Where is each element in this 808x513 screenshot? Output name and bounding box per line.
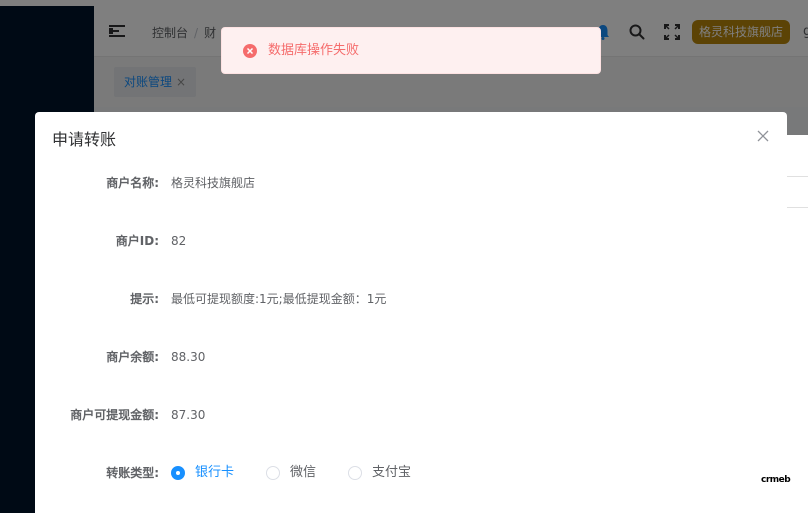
merchant-id-value: 82 — [171, 234, 187, 248]
form-row-withdrawable: 商户可提现金额: 87.30 — [35, 405, 787, 425]
form-label: 转账类型: — [106, 466, 159, 480]
balance-value: 88.30 — [171, 350, 206, 364]
withdrawable-value: 87.30 — [171, 408, 206, 422]
form-row-balance: 商户余额: 88.30 — [35, 347, 787, 367]
form-label: 商户名称: — [106, 176, 159, 190]
radio-label: 银行卡 — [195, 465, 235, 480]
radio-dot[interactable] — [348, 466, 362, 480]
dialog-title: 申请转账 — [52, 130, 117, 149]
close-icon[interactable] — [755, 128, 771, 144]
radio-label: 支付宝 — [372, 465, 412, 480]
merchant-name-value: 格灵科技旗舰店 — [171, 176, 256, 190]
transfer-dialog: 申请转账 商户名称: 格灵科技旗舰店 商户ID: 82 提示: 最低可提现额度:… — [35, 112, 787, 513]
form-row-merchant-id: 商户ID: 82 — [35, 231, 787, 251]
background-divider — [787, 207, 808, 208]
toast-message: 数据库操作失败 — [268, 43, 360, 58]
radio-dot[interactable] — [266, 466, 280, 480]
radio-label: 微信 — [290, 465, 317, 480]
form-label: 商户ID: — [115, 234, 159, 248]
form-row-merchant-name: 商户名称: 格灵科技旗舰店 — [35, 173, 787, 193]
form-row-hint: 提示: 最低可提现额度:1元;最低提现金额：1元 — [35, 289, 787, 309]
form-label: 提示: — [130, 292, 159, 306]
watermark-logo: crmeb — [761, 475, 791, 485]
background-panel — [787, 135, 808, 513]
error-icon — [243, 44, 257, 58]
form-row-transfer-type: 转账类型: 银行卡 微信 支付宝 — [35, 463, 787, 483]
form-label: 商户余额: — [106, 350, 159, 364]
background-divider — [787, 176, 808, 177]
error-toast: 数据库操作失败 — [221, 27, 601, 74]
radio-dot[interactable] — [171, 466, 185, 480]
form-label: 商户可提现金额: — [70, 408, 159, 422]
hint-value: 最低可提现额度:1元;最低提现金额：1元 — [171, 292, 387, 306]
